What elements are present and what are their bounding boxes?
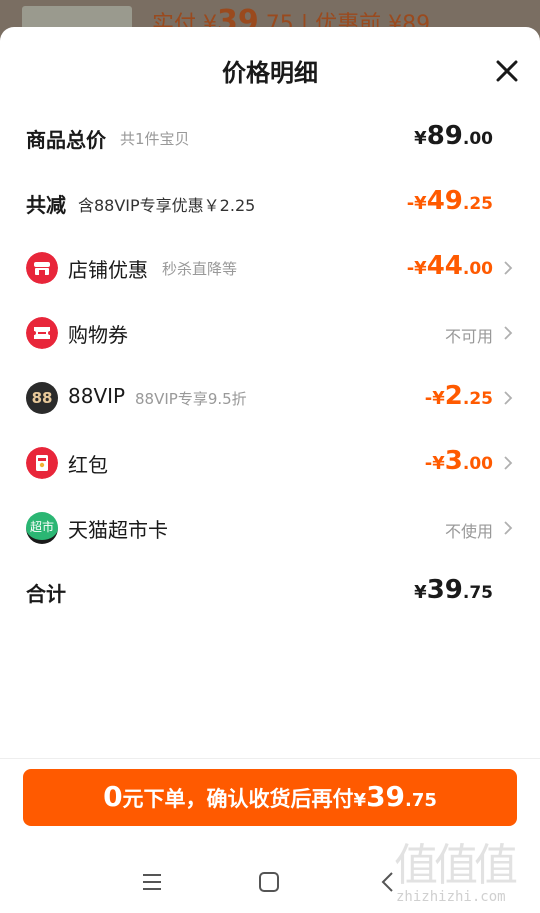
row-tmall-supermarket-card[interactable]: 超市 天猫超市卡 不使用 — [0, 503, 540, 553]
row-label: 合计 — [26, 582, 66, 606]
row-label: 店铺优惠 — [68, 258, 148, 282]
row-amount: -¥2.25 — [424, 381, 493, 411]
row-amount: ¥89.00 — [414, 121, 493, 151]
row-sub: 共1件宝贝 — [120, 130, 190, 148]
chevron-right-icon — [504, 261, 513, 275]
88vip-icon: 88 — [26, 382, 58, 414]
price-detail-sheet: 价格明细 商品总价 共1件宝贝 ¥89.00 共减 含88VIP专享优惠￥2.2… — [0, 27, 540, 913]
row-label: 商品总价 — [26, 128, 106, 152]
store-icon — [26, 252, 58, 284]
row-label: 88VIP — [68, 384, 126, 408]
row-status: 不使用 — [444, 522, 493, 541]
chevron-right-icon — [504, 456, 513, 470]
row-amount: ¥39.75 — [414, 575, 493, 605]
chevron-right-icon — [504, 391, 513, 405]
red-packet-icon — [26, 447, 58, 479]
coupon-icon — [26, 317, 58, 349]
row-shopping-coupon[interactable]: 购物券 不可用 — [0, 308, 540, 358]
menu-icon[interactable] — [140, 870, 164, 894]
home-icon[interactable] — [257, 870, 281, 894]
row-label: 购物券 — [68, 323, 128, 347]
chevron-right-icon — [504, 326, 513, 340]
row-label: 共减 — [26, 193, 66, 217]
row-sub: 秒杀直降等 — [162, 260, 238, 278]
row-sub: 88VIP专享9.5折 — [135, 390, 247, 408]
footer-divider — [0, 758, 540, 759]
row-label: 红包 — [68, 453, 108, 477]
row-total-discount: 共减 含88VIP专享优惠￥2.25 -¥49.25 — [0, 178, 540, 228]
sheet-title: 价格明细 — [222, 59, 318, 87]
row-amount: -¥3.00 — [424, 446, 493, 476]
row-grand-total: 合计 ¥39.75 — [0, 567, 540, 617]
chevron-right-icon — [504, 521, 513, 535]
row-goods-total: 商品总价 共1件宝贝 ¥89.00 — [0, 113, 540, 163]
place-order-button[interactable]: 0元下单，确认收货后再付¥39.75 — [23, 769, 517, 826]
watermark-url: zhizhizhi.com — [396, 889, 506, 905]
row-amount: -¥49.25 — [406, 186, 493, 216]
row-sub: 含88VIP专享优惠￥2.25 — [78, 196, 256, 215]
close-icon[interactable] — [494, 58, 520, 84]
row-amount: -¥44.00 — [406, 251, 493, 281]
row-88vip[interactable]: 88 88VIP 88VIP专享9.5折 -¥2.25 — [0, 373, 540, 423]
watermark-logo: 值值值 — [394, 840, 518, 891]
row-label: 天猫超市卡 — [68, 518, 168, 542]
row-store-discount[interactable]: 店铺优惠 秒杀直降等 -¥44.00 — [0, 243, 540, 293]
tmall-supermarket-card-icon: 超市 — [26, 512, 58, 544]
row-red-packet[interactable]: 红包 -¥3.00 — [0, 438, 540, 488]
row-status: 不可用 — [444, 327, 493, 346]
